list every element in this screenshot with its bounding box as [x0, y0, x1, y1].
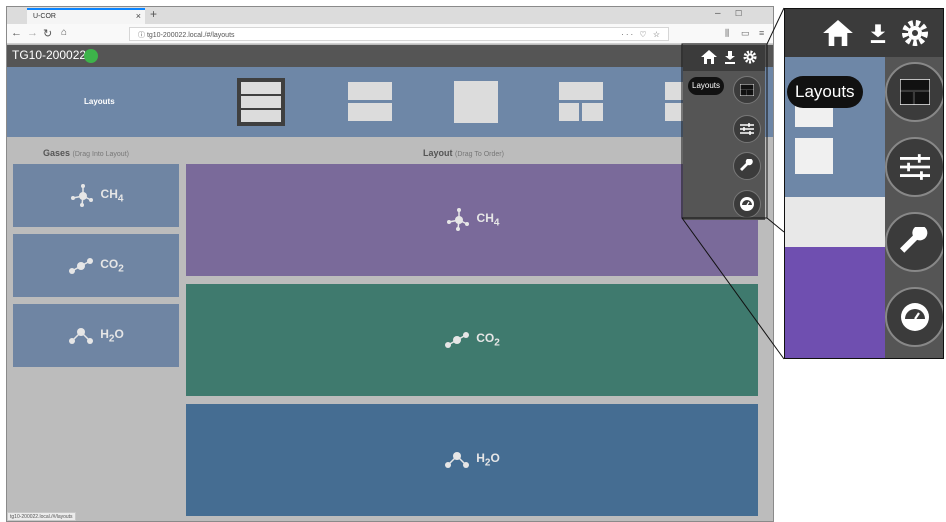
- layout-option-two-rows[interactable]: [346, 78, 394, 126]
- url-bar[interactable]: ⓘ tg10-200022.local./#/layouts ··· ♡ ☆: [129, 27, 669, 41]
- gases-header: Gases (Drag Into Layout): [43, 148, 129, 158]
- layout-option-three-rows[interactable]: [237, 78, 285, 126]
- gauge-icon: [740, 197, 754, 211]
- gas-tile-ch4[interactable]: CH4: [13, 164, 179, 227]
- layout-panel-ch4[interactable]: CH4: [186, 164, 758, 276]
- layout-option-single[interactable]: [452, 78, 500, 126]
- tab-close-button[interactable]: ×: [136, 11, 141, 21]
- browser-status-bar: tg10-200022.local./#/layouts: [7, 512, 76, 521]
- gear-icon: [902, 20, 928, 46]
- app-header: TG10-200022: [7, 45, 773, 67]
- page-actions[interactable]: ··· ♡ ☆: [621, 30, 662, 39]
- layout-subtitle: (Drag To Order): [455, 151, 504, 158]
- panel-label: H2O: [476, 451, 500, 469]
- status-url: tg10-200022.local./#/layouts: [10, 514, 73, 520]
- zoom-sliders-button: [885, 137, 943, 197]
- home-page-icon[interactable]: ⌂: [61, 27, 67, 38]
- co2-molecule-icon: [69, 257, 94, 274]
- forward-arrow-icon[interactable]: →: [27, 27, 38, 39]
- hamburger-menu-icon[interactable]: ≡: [759, 28, 764, 38]
- gas-label: CO2: [100, 256, 124, 275]
- browser-tab[interactable]: U-COR ×: [27, 8, 145, 24]
- co2-molecule-icon: [445, 332, 470, 348]
- gas-label: CH4: [100, 186, 124, 205]
- zoom-tools-button: [885, 212, 943, 272]
- info-icon: ⓘ: [138, 32, 147, 39]
- methane-molecule-icon: [446, 208, 469, 231]
- panel-label: CO2: [476, 331, 500, 349]
- gases-title: Gases: [43, 148, 71, 158]
- home-icon: [823, 20, 853, 46]
- gas-tile-h2o[interactable]: H2O: [13, 304, 179, 367]
- tab-bar: U-COR × + – ☐: [7, 7, 773, 24]
- sliders-icon: [740, 123, 754, 135]
- banner-title: Layouts: [84, 97, 115, 106]
- browser-window: U-COR × + – ☐ ← → ↻ ⌂ ⓘ tg10-200022.loca…: [6, 6, 774, 522]
- new-tab-button[interactable]: +: [150, 7, 157, 21]
- water-molecule-icon: [445, 452, 470, 468]
- gases-subtitle: (Drag Into Layout): [72, 151, 129, 158]
- layout-title: Layout: [423, 148, 453, 158]
- zoom-top-bar: [785, 9, 943, 57]
- layouts-banner: Layouts: [7, 67, 773, 137]
- floating-menu: Layouts: [683, 45, 765, 220]
- zoom-callout: Layouts: [784, 8, 944, 359]
- download-icon: [870, 24, 886, 43]
- layouts-icon: [740, 84, 754, 96]
- panel-label: CH4: [476, 211, 500, 229]
- reload-icon[interactable]: ↻: [43, 27, 52, 40]
- layout-panel-co2[interactable]: CO2: [186, 284, 758, 396]
- url-text: tg10-200022.local./#/layouts: [146, 32, 235, 39]
- layout-option-split[interactable]: [557, 78, 605, 126]
- water-molecule-icon: [69, 327, 94, 344]
- menu-top-bar: [683, 45, 765, 71]
- download-icon[interactable]: [725, 50, 735, 64]
- zoom-dashboard-button: [885, 287, 943, 347]
- methane-molecule-icon: [70, 183, 93, 207]
- tab-title: U-COR: [33, 13, 56, 20]
- gas-label: H2O: [100, 326, 124, 345]
- sidebar-icon[interactable]: ▭: [741, 28, 750, 39]
- tools-button[interactable]: [733, 152, 761, 180]
- maximize-button[interactable]: ☐: [735, 9, 742, 18]
- gear-icon[interactable]: [743, 50, 757, 64]
- layouts-icon: [900, 79, 930, 105]
- layout-header: Layout (Drag To Order): [423, 148, 504, 158]
- dashboard-button[interactable]: [733, 190, 761, 218]
- zoom-tooltip: Layouts: [787, 76, 863, 108]
- connection-status-dot: [84, 49, 98, 63]
- layouts-button[interactable]: [733, 76, 761, 104]
- settings-sliders-button[interactable]: [733, 115, 761, 143]
- back-arrow-icon[interactable]: ←: [11, 27, 22, 39]
- navigation-bar: ← → ↻ ⌂ ⓘ tg10-200022.local./#/layouts ·…: [7, 24, 773, 44]
- wrench-icon: [900, 227, 928, 253]
- gauge-icon: [901, 303, 929, 331]
- home-icon[interactable]: [701, 50, 717, 64]
- device-name: TG10-200022: [12, 48, 87, 62]
- wrench-icon: [740, 159, 753, 171]
- gas-tile-co2[interactable]: CO2: [13, 234, 179, 297]
- layouts-tooltip: Layouts: [688, 77, 725, 95]
- layout-panel-h2o[interactable]: H2O: [186, 404, 758, 516]
- sliders-icon: [900, 154, 930, 180]
- zoom-layouts-button: [885, 62, 943, 122]
- library-icon[interactable]: ⫼: [725, 28, 729, 39]
- minimize-button[interactable]: –: [715, 8, 721, 19]
